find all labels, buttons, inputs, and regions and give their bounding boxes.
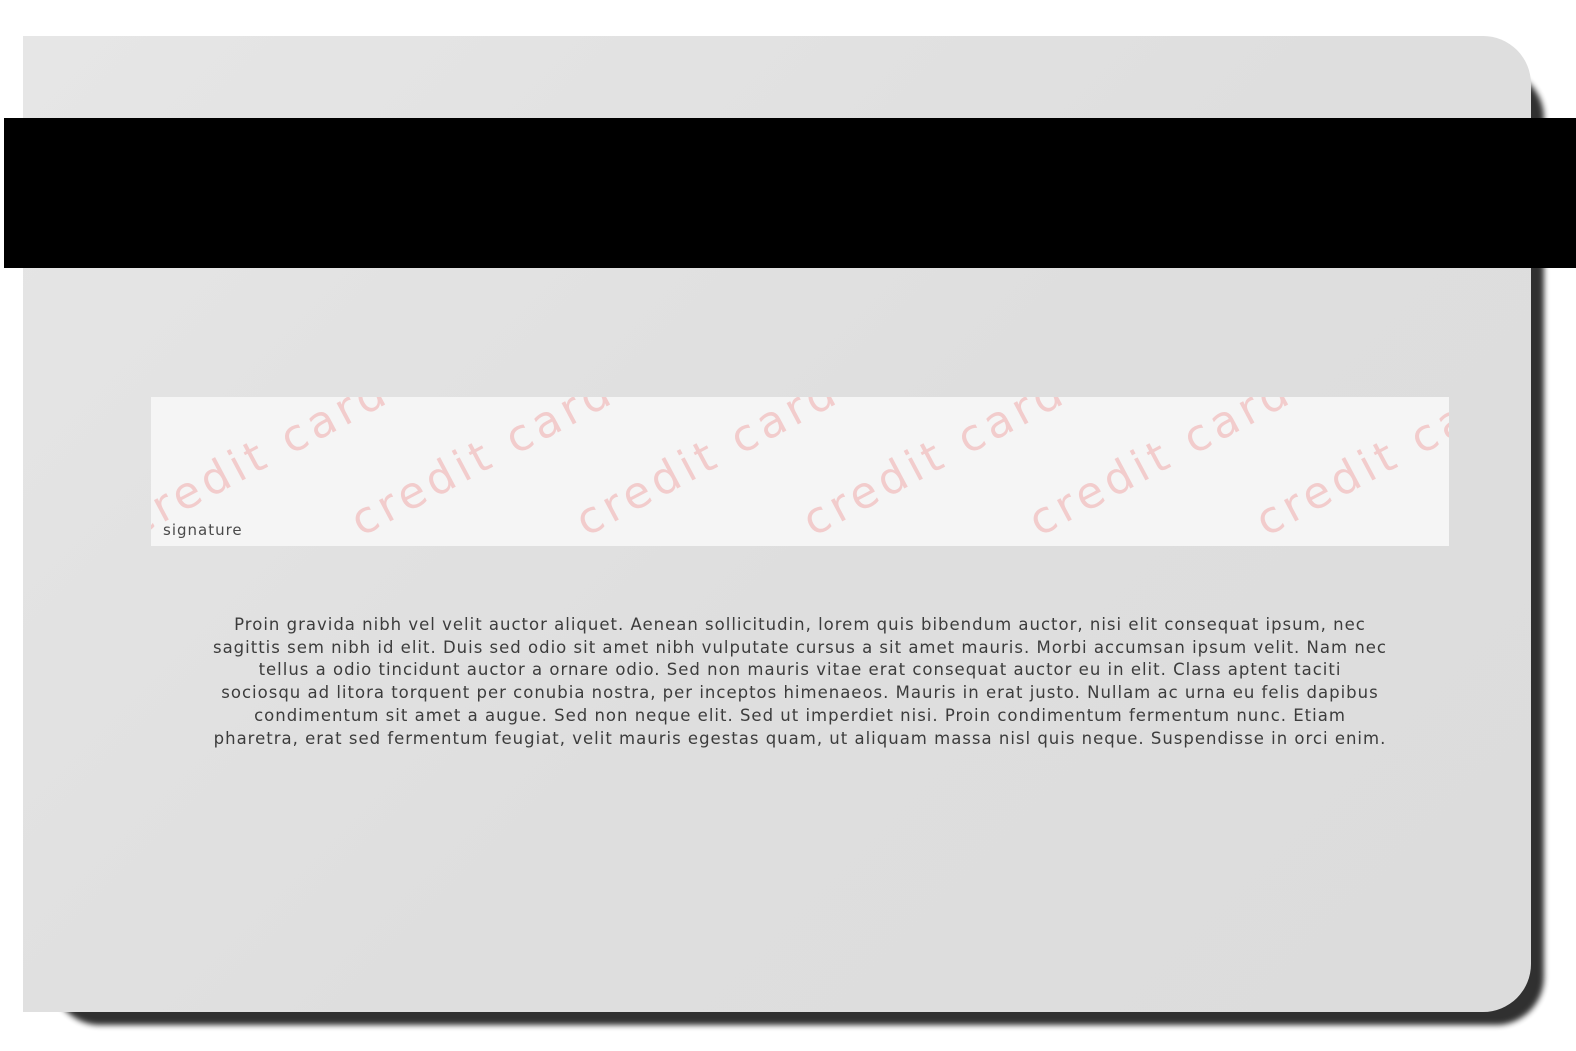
- terms-line: Proin gravida nibh vel velit auctor aliq…: [234, 615, 1366, 634]
- signature-panel[interactable]: credit card credit card credit card credit …: [151, 397, 1449, 546]
- terms-line: pharetra, erat sed fermentum feugiat, ve…: [213, 728, 1387, 748]
- signature-watermark-pattern: credit cardcredit cardcredit cardcredit …: [151, 397, 1449, 546]
- terms-line: condimentum sit amet a augue. Sed non ne…: [254, 705, 1346, 725]
- signature-label: signature: [163, 521, 243, 539]
- terms-line: sociosqu ad litora torquent per conubia …: [221, 683, 1379, 703]
- magnetic-stripe: [4, 118, 1576, 268]
- terms-line: sagittis sem nibh id elit. Duis sed odio…: [212, 637, 1388, 657]
- card-terms-text: Proin gravida nibh vel velit auctor aliq…: [149, 614, 1451, 750]
- terms-line: tellus a odio tincidunt auctor a ornare …: [258, 660, 1342, 680]
